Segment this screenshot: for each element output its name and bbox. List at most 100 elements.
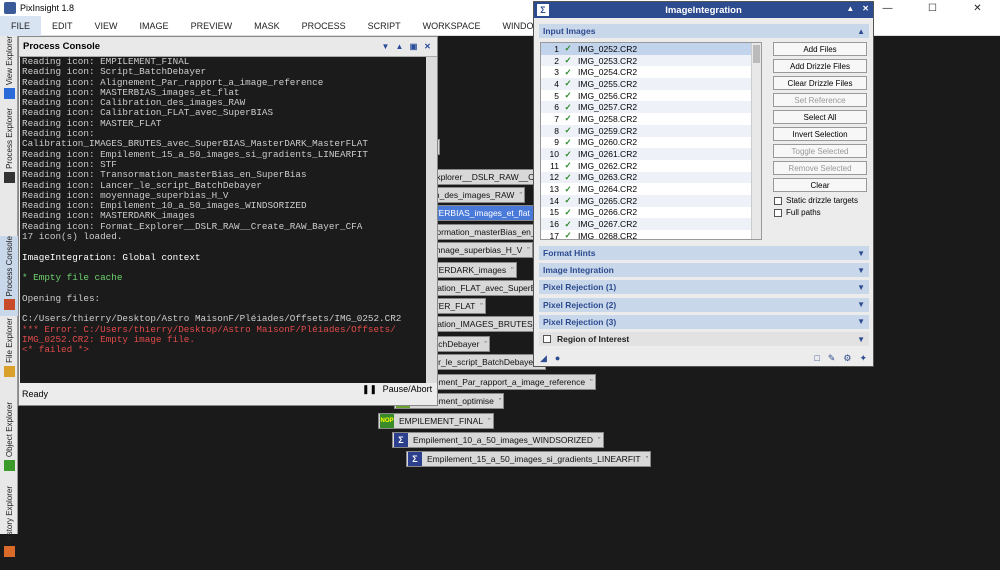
close-icon[interactable]: ✕ (955, 0, 1000, 16)
icon-menu-handle[interactable]: " (480, 303, 483, 310)
enabled-check-icon[interactable]: ✓ (562, 184, 574, 195)
edit-instance-icon[interactable]: ✎ (828, 353, 836, 364)
enabled-check-icon[interactable]: ✓ (562, 125, 574, 136)
file-row[interactable]: 12 ✓ IMG_0263.CR2 (541, 171, 761, 184)
enabled-check-icon[interactable]: ✓ (562, 113, 574, 124)
shade-icon[interactable]: ▲ (394, 41, 405, 52)
menu-file[interactable]: FILE (0, 15, 42, 36)
process-icon-label: Empilement_15_a_50_images_si_gradients_L… (427, 454, 641, 464)
close-icon[interactable]: ✕ (862, 4, 869, 13)
icon-menu-handle[interactable]: " (598, 437, 601, 444)
menu-process[interactable]: PROCESS (291, 16, 357, 36)
enabled-check-icon[interactable]: ✓ (562, 207, 574, 218)
pixel-rejection-2-section[interactable]: Pixel Rejection (2) ▼ (539, 297, 869, 312)
dock-icon[interactable]: ▣ (408, 41, 419, 52)
file-row[interactable]: 10 ✓ IMG_0261.CR2 (541, 148, 761, 160)
icon-menu-handle[interactable]: " (511, 267, 514, 274)
side-tab-view-explorer[interactable]: View Explorer (0, 36, 18, 106)
add-files-button[interactable]: Add Files (773, 42, 867, 56)
file-row[interactable]: 14 ✓ IMG_0265.CR2 (541, 194, 761, 207)
roi-checkbox[interactable] (543, 335, 551, 343)
collapse-icon[interactable]: ▼ (380, 41, 391, 52)
enabled-check-icon[interactable]: ✓ (562, 43, 574, 54)
region-of-interest-section[interactable]: Region of Interest ▼ (539, 332, 869, 346)
file-row[interactable]: 7 ✓ IMG_0258.CR2 (541, 113, 761, 125)
process-icon[interactable]: NOP EMPILEMENT_FINAL " (378, 413, 494, 429)
file-row[interactable]: 5 ✓ IMG_0256.CR2 (541, 90, 761, 102)
new-instance-icon[interactable]: ◢ (540, 353, 547, 364)
side-tab-process-explorer[interactable]: Process Explorer (0, 108, 18, 236)
remove-selected-button[interactable]: Remove Selected (773, 161, 867, 175)
enabled-check-icon[interactable]: ✓ (562, 195, 574, 206)
list-scrollbar[interactable] (751, 43, 761, 239)
preferences-icon[interactable]: ⚙ (843, 353, 851, 364)
file-row[interactable]: 3 ✓ IMG_0254.CR2 (541, 66, 761, 78)
add-drizzle-files-button[interactable]: Add Drizzle Files (773, 59, 867, 73)
select-all-button[interactable]: Select All (773, 110, 867, 124)
menu-workspace[interactable]: WORKSPACE (412, 16, 492, 36)
file-row[interactable]: 8 ✓ IMG_0259.CR2 (541, 124, 761, 137)
close-icon[interactable]: ✕ (422, 41, 433, 52)
apply-global-icon[interactable]: ● (555, 353, 560, 364)
file-row[interactable]: 1 ✓ IMG_0252.CR2 (541, 43, 761, 55)
set-reference-button[interactable]: Set Reference (773, 93, 867, 107)
file-row[interactable]: 2 ✓ IMG_0253.CR2 (541, 54, 761, 67)
menu-view[interactable]: VIEW (84, 16, 129, 36)
enabled-check-icon[interactable]: ✓ (562, 55, 574, 66)
icon-menu-handle[interactable]: " (646, 456, 649, 463)
enabled-check-icon[interactable]: ✓ (562, 172, 574, 183)
enabled-check-icon[interactable]: ✓ (562, 90, 574, 101)
process-icon[interactable]: Σ Empilement_15_a_50_images_si_gradients_… (406, 451, 652, 467)
menu-script[interactable]: SCRIPT (357, 16, 412, 36)
clear-button[interactable]: Clear (773, 178, 867, 192)
full-paths-checkbox[interactable]: Full paths (774, 208, 821, 217)
format-hints-section[interactable]: Format Hints ▼ (539, 246, 869, 260)
process-icon[interactable]: Σ Empilement_10_a_50_images_WINDSORIZED " (392, 432, 604, 448)
shade-icon[interactable]: ▲ (846, 4, 854, 13)
enabled-check-icon[interactable]: ✓ (562, 219, 574, 230)
reset-icon[interactable]: ✦ (859, 353, 867, 364)
file-row[interactable]: 9 ✓ IMG_0260.CR2 (541, 137, 761, 149)
side-tab-process-console[interactable]: Process Console (0, 236, 18, 316)
input-images-section[interactable]: Input Images ▲ (539, 24, 869, 38)
static-drizzle-targets-checkbox[interactable]: Static drizzle targets (774, 196, 858, 205)
enabled-check-icon[interactable]: ✓ (562, 67, 574, 78)
enabled-check-icon[interactable]: ✓ (562, 230, 574, 239)
enabled-check-icon[interactable]: ✓ (562, 149, 574, 160)
menu-mask[interactable]: MASK (243, 16, 291, 36)
input-images-list[interactable]: 1 ✓ IMG_0252.CR2 2 ✓ IMG_0253.CR2 3 ✓ IMG_0254.C… (540, 42, 762, 240)
console-scrollbar[interactable] (426, 57, 437, 383)
pixel-rejection-3-section[interactable]: Pixel Rejection (3) ▼ (539, 314, 869, 329)
side-tab-history-explorer[interactable]: History Explorer (0, 486, 18, 570)
image-integration-section[interactable]: Image Integration ▼ (539, 263, 869, 278)
file-row[interactable]: 6 ✓ IMG_0257.CR2 (541, 101, 761, 114)
icon-menu-handle[interactable]: " (499, 398, 502, 405)
icon-menu-handle[interactable]: " (590, 379, 593, 386)
icon-menu-handle[interactable]: " (488, 418, 491, 425)
icon-menu-handle[interactable]: " (484, 341, 487, 348)
menu-image[interactable]: IMAGE (129, 16, 180, 36)
pixel-rejection-1-section[interactable]: Pixel Rejection (1) ▼ (539, 280, 869, 295)
file-row[interactable]: 13 ✓ IMG_0264.CR2 (541, 183, 761, 195)
menu-edit[interactable]: EDIT (41, 16, 84, 36)
file-row[interactable]: 17 ✓ IMG_0268.CR2 (541, 230, 761, 239)
icon-menu-handle[interactable]: " (527, 247, 530, 254)
file-row[interactable]: 11 ✓ IMG_0262.CR2 (541, 160, 761, 172)
browse-docs-icon[interactable]: □ (814, 353, 819, 364)
invert-selection-button[interactable]: Invert Selection (773, 127, 867, 141)
toggle-selected-button[interactable]: Toggle Selected (773, 144, 867, 158)
enabled-check-icon[interactable]: ✓ (562, 102, 574, 113)
pause-abort-button[interactable]: ❚❚ Pause/Abort (362, 384, 432, 395)
enabled-check-icon[interactable]: ✓ (562, 137, 574, 148)
menu-preview[interactable]: PREVIEW (180, 16, 244, 36)
enabled-check-icon[interactable]: ✓ (562, 160, 574, 171)
side-tab-object-explorer[interactable]: Object Explorer (0, 402, 18, 484)
file-row[interactable]: 16 ✓ IMG_0267.CR2 (541, 218, 761, 230)
file-row[interactable]: 4 ✓ IMG_0255.CR2 (541, 78, 761, 90)
file-row[interactable]: 15 ✓ IMG_0266.CR2 (541, 207, 761, 219)
side-tab-file-explorer[interactable]: File Explorer (0, 318, 18, 400)
clear-drizzle-files-button[interactable]: Clear Drizzle Files (773, 76, 867, 90)
maximize-icon[interactable]: ☐ (910, 0, 955, 16)
enabled-check-icon[interactable]: ✓ (562, 78, 574, 89)
icon-menu-handle[interactable]: " (519, 192, 522, 199)
